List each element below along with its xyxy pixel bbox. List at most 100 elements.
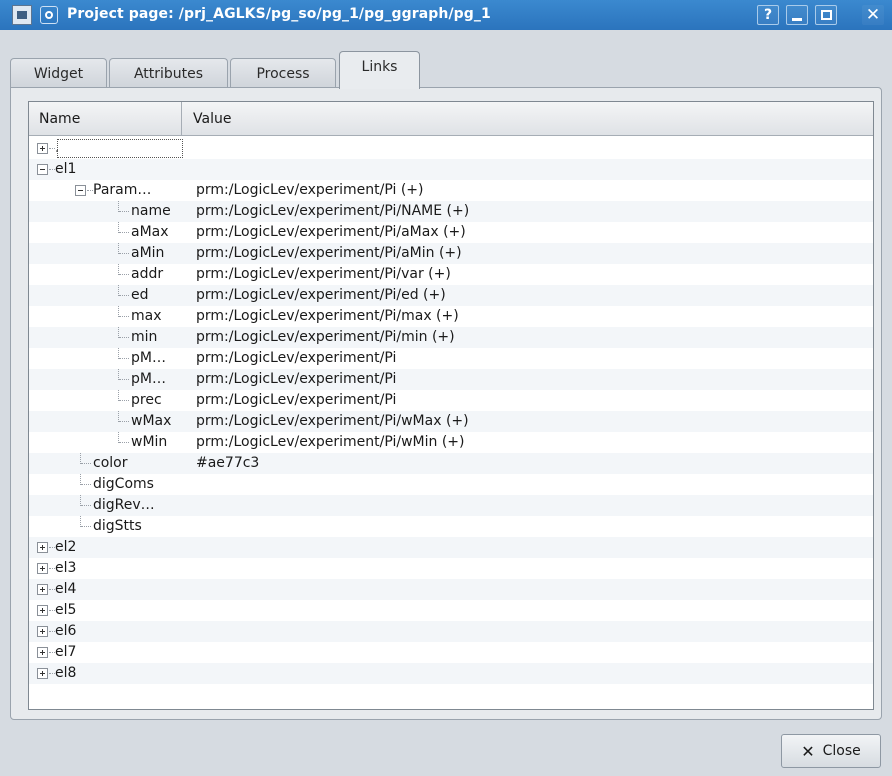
close-button-label: Close	[822, 743, 861, 759]
window-menu-button[interactable]	[40, 6, 58, 24]
tree-connector	[119, 379, 129, 380]
expand-icon[interactable]	[37, 668, 48, 679]
column-header-value[interactable]: Value	[183, 102, 873, 136]
tree-row-value: prm:/LogicLev/experiment/Pi/wMax (+)	[196, 413, 469, 429]
tree-row-name: el7	[55, 644, 77, 660]
tree-row-name: wMin	[131, 434, 168, 450]
close-button[interactable]: ✕ Close	[781, 734, 881, 768]
expand-icon[interactable]	[37, 563, 48, 574]
focus-rect	[57, 139, 183, 158]
tree-row[interactable]: Param… prm:/LogicLev/experiment/Pi (+)	[29, 180, 873, 201]
maximize-icon	[820, 10, 832, 20]
tab-widget[interactable]: Widget	[10, 58, 107, 88]
x-icon: ✕	[801, 741, 815, 761]
collapse-icon[interactable]	[75, 185, 86, 196]
tree-row-value: prm:/LogicLev/experiment/Pi/aMax (+)	[196, 224, 466, 240]
tree-rows: . el1 Param… prm:/LogicLev/experiment/Pi (+…	[29, 138, 873, 684]
tree-row[interactable]: el6	[29, 621, 873, 642]
tree-row-name: pM…	[131, 350, 166, 366]
tree-row[interactable]: addr prm:/LogicLev/experiment/Pi/var (+)	[29, 264, 873, 285]
tree-row-name: digStts	[93, 518, 142, 534]
tree-row-name: aMin	[131, 245, 165, 261]
tree-row[interactable]: digComs	[29, 474, 873, 495]
expand-icon[interactable]	[37, 542, 48, 553]
expand-icon[interactable]	[37, 647, 48, 658]
tree-row[interactable]: wMax prm:/LogicLev/experiment/Pi/wMax (+)	[29, 411, 873, 432]
tree-row[interactable]: el3	[29, 558, 873, 579]
tree-row[interactable]: ed prm:/LogicLev/experiment/Pi/ed (+)	[29, 285, 873, 306]
tree-row[interactable]: pM… prm:/LogicLev/experiment/Pi	[29, 369, 873, 390]
title-bar: Project page: /prj_AGLKS/pg_so/pg_1/pg_g…	[0, 0, 892, 30]
tree-row-name: el1	[55, 161, 77, 177]
tree-row[interactable]: digStts	[29, 516, 873, 537]
tree-row-name: el2	[55, 539, 77, 555]
tree-row[interactable]: name prm:/LogicLev/experiment/Pi/NAME (+)	[29, 201, 873, 222]
tree-connector	[119, 211, 129, 212]
tree-row-name: addr	[131, 266, 164, 282]
tree-connector	[119, 316, 129, 317]
collapse-icon[interactable]	[37, 164, 48, 175]
expand-icon[interactable]	[37, 584, 48, 595]
window-close-button[interactable]: ✕	[862, 5, 884, 25]
tree-row[interactable]: pM… prm:/LogicLev/experiment/Pi	[29, 348, 873, 369]
window-title: Project page: /prj_AGLKS/pg_so/pg_1/pg_g…	[67, 6, 491, 22]
tree-row-name: el4	[55, 581, 77, 597]
expand-icon[interactable]	[37, 143, 48, 154]
expand-icon[interactable]	[37, 626, 48, 637]
tree-row[interactable]: el8	[29, 663, 873, 684]
tree-row-name: name	[131, 203, 171, 219]
tree-row-value: prm:/LogicLev/experiment/Pi/var (+)	[196, 266, 451, 282]
tree-row[interactable]: el5	[29, 600, 873, 621]
tree-row-name: min	[131, 329, 158, 345]
tree-row-name: pM…	[131, 371, 166, 387]
tab-process[interactable]: Process	[230, 58, 336, 88]
minimize-button[interactable]	[786, 5, 808, 25]
tree-row-name: el8	[55, 665, 77, 681]
tree-connector	[119, 253, 129, 254]
tree-row-value: prm:/LogicLev/experiment/Pi	[196, 371, 397, 387]
tree-row[interactable]: el2	[29, 537, 873, 558]
tree-row-value: prm:/LogicLev/experiment/Pi	[196, 350, 397, 366]
tree-row[interactable]: aMax prm:/LogicLev/experiment/Pi/aMax (+)	[29, 222, 873, 243]
tree-row[interactable]: el1	[29, 159, 873, 180]
tree-row-name: digComs	[93, 476, 154, 492]
tree-row[interactable]: aMin prm:/LogicLev/experiment/Pi/aMin (+)	[29, 243, 873, 264]
column-header-name[interactable]: Name	[29, 102, 182, 136]
tree-row[interactable]: .	[29, 138, 873, 159]
tree-row-name: el3	[55, 560, 77, 576]
tree-row[interactable]: el7	[29, 642, 873, 663]
tree-row[interactable]: min prm:/LogicLev/experiment/Pi/min (+)	[29, 327, 873, 348]
tree-row-value: prm:/LogicLev/experiment/Pi/aMin (+)	[196, 245, 462, 261]
tree-connector	[119, 295, 129, 296]
tree-row-name: color	[93, 455, 128, 471]
tree-row-value: prm:/LogicLev/experiment/Pi/max (+)	[196, 308, 459, 324]
tree-connector	[119, 232, 129, 233]
tree-row[interactable]: wMin prm:/LogicLev/experiment/Pi/wMin (+)	[29, 432, 873, 453]
tree-connector	[119, 421, 129, 422]
help-button[interactable]: ?	[757, 5, 779, 25]
tree-connector	[119, 442, 129, 443]
tab-links[interactable]: Links	[339, 51, 420, 89]
tree-row-name: Param…	[93, 182, 152, 198]
tree-row[interactable]: digRev…	[29, 495, 873, 516]
tree-row-name: el6	[55, 623, 77, 639]
maximize-button[interactable]	[815, 5, 837, 25]
tree-row-value: prm:/LogicLev/experiment/Pi/min (+)	[196, 329, 455, 345]
links-tree[interactable]: Name Value . el1 Param… prm:/LogicLev/exper…	[28, 101, 874, 710]
tree-row-name: ed	[131, 287, 149, 303]
tree-connector	[81, 505, 91, 506]
tree-row[interactable]: prec prm:/LogicLev/experiment/Pi	[29, 390, 873, 411]
tree-row-value: prm:/LogicLev/experiment/Pi/wMin (+)	[196, 434, 465, 450]
tree-connector	[119, 400, 129, 401]
tree-row-name: digRev…	[93, 497, 155, 513]
tree-row-name: wMax	[131, 413, 172, 429]
tree-connector	[81, 484, 91, 485]
minimize-icon	[792, 17, 802, 21]
tree-connector	[119, 358, 129, 359]
tab-attributes[interactable]: Attributes	[109, 58, 228, 88]
tree-row-value: prm:/LogicLev/experiment/Pi/NAME (+)	[196, 203, 470, 219]
expand-icon[interactable]	[37, 605, 48, 616]
tree-row[interactable]: color #ae77c3	[29, 453, 873, 474]
tree-row[interactable]: el4	[29, 579, 873, 600]
tree-row[interactable]: max prm:/LogicLev/experiment/Pi/max (+)	[29, 306, 873, 327]
